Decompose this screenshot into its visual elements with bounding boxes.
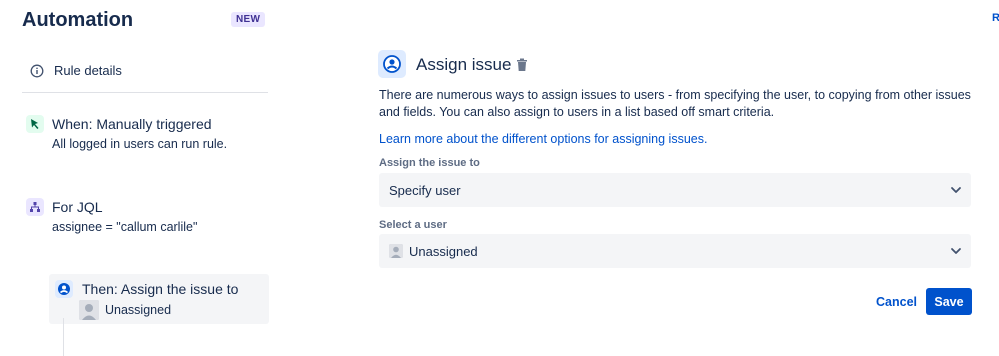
chevron-down-icon [949, 183, 963, 197]
step-branch-title: For JQL [52, 199, 103, 215]
select-user-label: Select a user [379, 219, 447, 231]
step-trigger-subtitle: All logged in users can run rule. [52, 137, 228, 151]
new-badge: NEW [231, 12, 266, 27]
learn-more-link[interactable]: Learn more about the different options f… [379, 132, 707, 146]
assign-to-label: Assign the issue to [379, 157, 480, 169]
step-branch-subtitle: assignee = "callum carlile" [52, 220, 198, 234]
save-button[interactable]: Save [926, 288, 972, 315]
unassigned-avatar-icon [79, 300, 99, 320]
cursor-icon [26, 115, 44, 133]
trash-icon[interactable] [516, 58, 528, 72]
rule-details-label: Rule details [54, 63, 122, 78]
step-action-subtitle: Unassigned [105, 303, 172, 317]
panel-description: There are numerous ways to assign issues… [379, 88, 971, 119]
branch-icon [26, 198, 44, 216]
select-user-select[interactable]: Unassigned [379, 234, 971, 268]
flow-connector-line [63, 318, 64, 356]
page-title: Automation [22, 9, 134, 31]
assign-to-value: Specify user [389, 182, 461, 198]
step-trigger-title: When: Manually triggered [52, 116, 212, 132]
chevron-down-icon [949, 244, 963, 258]
user-circle-icon [55, 280, 73, 298]
corner-link[interactable]: R [992, 12, 999, 24]
step-action-selected[interactable]: Then: Assign the issue to Unassigned [49, 274, 269, 324]
sidebar-divider [22, 92, 268, 93]
step-branch[interactable]: For JQL assignee = "callum carlile" [26, 198, 197, 234]
step-action-title: Then: Assign the issue to [82, 281, 239, 297]
select-user-value: Unassigned [409, 243, 478, 259]
rule-details-link[interactable]: Rule details [30, 63, 122, 78]
cancel-button[interactable]: Cancel [870, 289, 923, 315]
info-icon [30, 64, 44, 78]
panel-title: Assign issue [416, 55, 512, 74]
assign-to-select[interactable]: Specify user [379, 173, 971, 207]
unassigned-avatar-icon [389, 244, 403, 258]
step-trigger[interactable]: When: Manually triggered All logged in u… [26, 115, 227, 151]
assign-user-icon [378, 50, 406, 78]
